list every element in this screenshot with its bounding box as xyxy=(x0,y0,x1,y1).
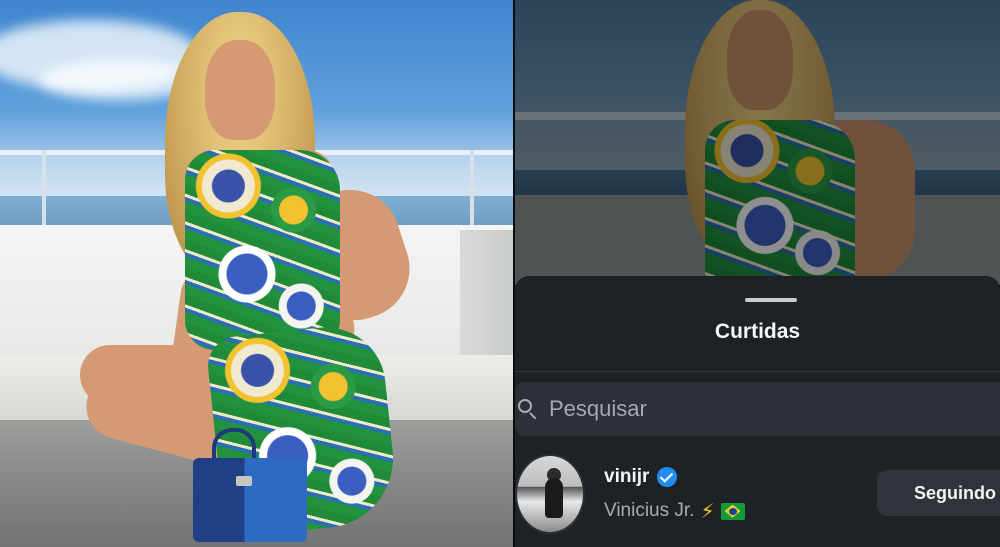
divider xyxy=(515,371,1000,372)
search-icon xyxy=(517,397,541,421)
verified-badge-icon xyxy=(657,467,678,487)
handbag xyxy=(193,458,307,542)
sheet-title: Curtidas xyxy=(714,320,801,343)
likes-bottom-sheet: Curtidas vinijr Vinicius Jr. ⚡ Seguindo xyxy=(515,276,1000,547)
likes-screen: Curtidas vinijr Vinicius Jr. ⚡ Seguindo xyxy=(515,0,1000,547)
sheet-grabber[interactable] xyxy=(745,298,797,302)
search-bar[interactable] xyxy=(515,382,1000,436)
full-name: Vinicius Jr. xyxy=(604,500,695,521)
list-item[interactable]: vinijr Vinicius Jr. ⚡ Seguindo xyxy=(515,450,1000,540)
lightning-emoji-icon: ⚡ xyxy=(700,499,715,523)
avatar[interactable] xyxy=(515,454,585,534)
search-input[interactable] xyxy=(541,382,1000,436)
following-button[interactable]: Seguindo xyxy=(877,470,1000,516)
post-photo xyxy=(0,0,513,547)
post-photo-dimmed xyxy=(515,0,1000,285)
username[interactable]: vinijr xyxy=(604,466,649,488)
brazil-flag-icon xyxy=(720,502,745,520)
